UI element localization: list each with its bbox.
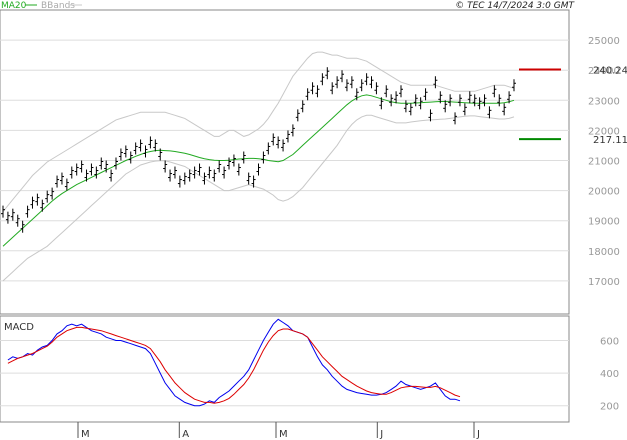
x-tick-label: J <box>476 429 480 440</box>
macd-title: MACD <box>4 322 34 333</box>
price-y-tick-label: 25000 <box>588 36 620 47</box>
x-tick-labels: MAMJJ <box>77 422 480 440</box>
price-y-tick-label: 17000 <box>588 277 620 288</box>
macd-y-tick-labels: 200 400 600 <box>600 336 619 412</box>
copyright-text: © TEC 14/7/2024 3:0 GMT <box>455 1 575 11</box>
price-y-tick-label: 19000 <box>588 217 620 228</box>
macd-y-tick-label: 400 <box>600 369 619 380</box>
price-y-tick-label: 21000 <box>588 156 620 167</box>
x-tick-label: M <box>279 429 288 440</box>
legend-bbands: BBands <box>41 1 75 11</box>
price-y-tick-label: 18000 <box>588 247 620 258</box>
price-panel-frame <box>0 9 570 315</box>
price-panel: 1700018000190002000021000220002300024000… <box>0 9 627 315</box>
x-tick-label: J <box>379 429 383 440</box>
macd-y-tick-label: 600 <box>600 336 619 347</box>
macd-panel: 200 400 600 MACD <box>0 315 619 423</box>
x-tick-label: M <box>81 429 90 440</box>
price-y-tick-label: 20000 <box>588 187 620 198</box>
x-tick-label: A <box>182 429 189 440</box>
macd-y-tick-label: 200 <box>600 402 619 413</box>
price-level-label: 240.24 <box>593 65 627 76</box>
legend-ma20: MA20 <box>1 1 27 11</box>
price-level-label: 217.11 <box>593 135 627 146</box>
price-y-tick-label: 23000 <box>588 96 620 107</box>
stock-chart: 1700018000190002000021000220002300024000… <box>0 1 627 440</box>
x-axis: MAMJJ <box>0 421 569 440</box>
